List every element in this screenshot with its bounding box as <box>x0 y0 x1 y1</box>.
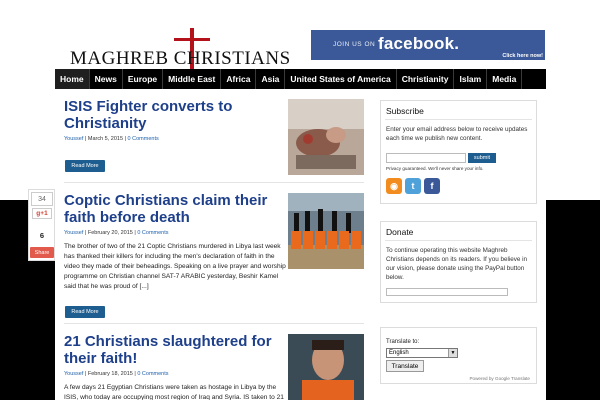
read-more-button[interactable]: Read More <box>65 306 105 318</box>
nav-item-asia[interactable]: Asia <box>256 69 286 89</box>
nav-item-media[interactable]: Media <box>487 69 523 89</box>
facebook-join-text: JOIN US ON <box>333 41 376 48</box>
article-thumbnail[interactable] <box>288 334 364 400</box>
article-meta: Youssef | February 20, 2015 | 0 Comments <box>64 230 286 236</box>
article-excerpt: The brother of two of the 21 Coptic Chri… <box>64 243 286 290</box>
article-date: March 5, 2015 <box>87 136 124 142</box>
article-21-christians: 21 Christians slaughtered for their fait… <box>64 333 286 400</box>
translate-label: Translate to: <box>386 339 420 345</box>
subscribe-widget: Subscribe Enter your email address below… <box>380 100 537 204</box>
email-field[interactable] <box>386 153 466 163</box>
cross-icon-bar <box>174 38 210 41</box>
article-meta: Youssef | February 18, 2015 | 0 Comments <box>64 371 286 377</box>
subscribe-form: submit <box>386 153 496 163</box>
nav-item-news[interactable]: News <box>90 69 123 89</box>
share-total-count: 6 <box>39 230 45 240</box>
main-nav: Home News Europe Middle East Africa Asia… <box>55 69 546 89</box>
facebook-click-text: Click here now! <box>502 53 543 59</box>
article-thumbnail[interactable] <box>288 99 364 175</box>
twitter-icon[interactable]: t <box>405 178 421 194</box>
article-divider <box>64 323 364 324</box>
nav-item-christianity[interactable]: Christianity <box>397 69 455 89</box>
site-logo[interactable]: MAGHREB CHRISTIANS <box>70 28 290 72</box>
nav-item-middle-east[interactable]: Middle East <box>163 69 222 89</box>
article-excerpt: A few days 21 Egyptian Christians were t… <box>64 384 284 400</box>
article-title[interactable]: ISIS Fighter converts to Christianity <box>64 98 279 132</box>
translate-widget: Translate to: English ▼ Translate Powere… <box>380 327 537 384</box>
article-comments[interactable]: 0 Comments <box>128 136 159 142</box>
donate-text: To continue operating this website Maghr… <box>386 247 528 281</box>
read-more-button[interactable]: Read More <box>65 160 105 172</box>
submit-button[interactable]: submit <box>468 153 496 163</box>
article-author[interactable]: Youssef <box>64 136 83 142</box>
privacy-note: Privacy guaranteed. We'll never share yo… <box>386 166 484 171</box>
logo-text: MAGHREB CHRISTIANS <box>70 48 291 69</box>
nav-item-europe[interactable]: Europe <box>123 69 164 89</box>
language-select[interactable]: English ▼ <box>386 348 458 358</box>
article-title[interactable]: Coptic Christians claim their faith befo… <box>64 192 279 226</box>
article-isis-fighter: ISIS Fighter converts to Christianity Yo… <box>64 98 279 142</box>
chevron-down-icon: ▼ <box>448 349 457 357</box>
widget-title: Subscribe <box>386 106 424 116</box>
rss-icon[interactable]: ◉ <box>386 178 402 194</box>
share-button[interactable]: Share <box>30 247 54 258</box>
nav-item-usa[interactable]: United States of America <box>285 69 397 89</box>
subscribe-text: Enter your email address below to receiv… <box>386 126 528 142</box>
social-icons: ◉ t f <box>386 178 440 194</box>
facebook-icon[interactable]: f <box>424 178 440 194</box>
share-count-top: 34 <box>31 192 53 206</box>
translate-button[interactable]: Translate <box>386 360 424 372</box>
facebook-banner[interactable]: JOIN US ON facebook. Click here now! <box>311 30 545 60</box>
google-plus-button[interactable]: g+1 <box>32 208 52 219</box>
nav-item-home[interactable]: Home <box>55 69 90 89</box>
paypal-button-placeholder[interactable] <box>386 288 508 296</box>
article-author[interactable]: Youssef <box>64 230 83 236</box>
language-selected: English <box>389 350 409 356</box>
article-comments[interactable]: 0 Comments <box>137 230 168 236</box>
article-coptic-christians: Coptic Christians claim their faith befo… <box>64 192 286 292</box>
article-title[interactable]: 21 Christians slaughtered for their fait… <box>64 333 279 367</box>
article-divider <box>64 182 364 183</box>
article-date: February 20, 2015 <box>87 230 133 236</box>
share-widget: 34 g+1 6 Share <box>28 189 55 261</box>
article-date: February 18, 2015 <box>87 371 133 377</box>
widget-title: Donate <box>386 227 414 237</box>
facebook-logo-text: facebook. <box>378 34 460 53</box>
powered-by-google: Powered by Google Translate <box>469 376 530 381</box>
article-thumbnail[interactable] <box>288 193 364 269</box>
donate-widget: Donate To continue operating this websit… <box>380 221 537 303</box>
article-author[interactable]: Youssef <box>64 371 83 377</box>
article-comments[interactable]: 0 Comments <box>137 371 168 377</box>
nav-item-islam[interactable]: Islam <box>454 69 488 89</box>
article-meta: Youssef | March 5, 2015 | 0 Comments <box>64 136 279 142</box>
nav-item-africa[interactable]: Africa <box>221 69 257 89</box>
